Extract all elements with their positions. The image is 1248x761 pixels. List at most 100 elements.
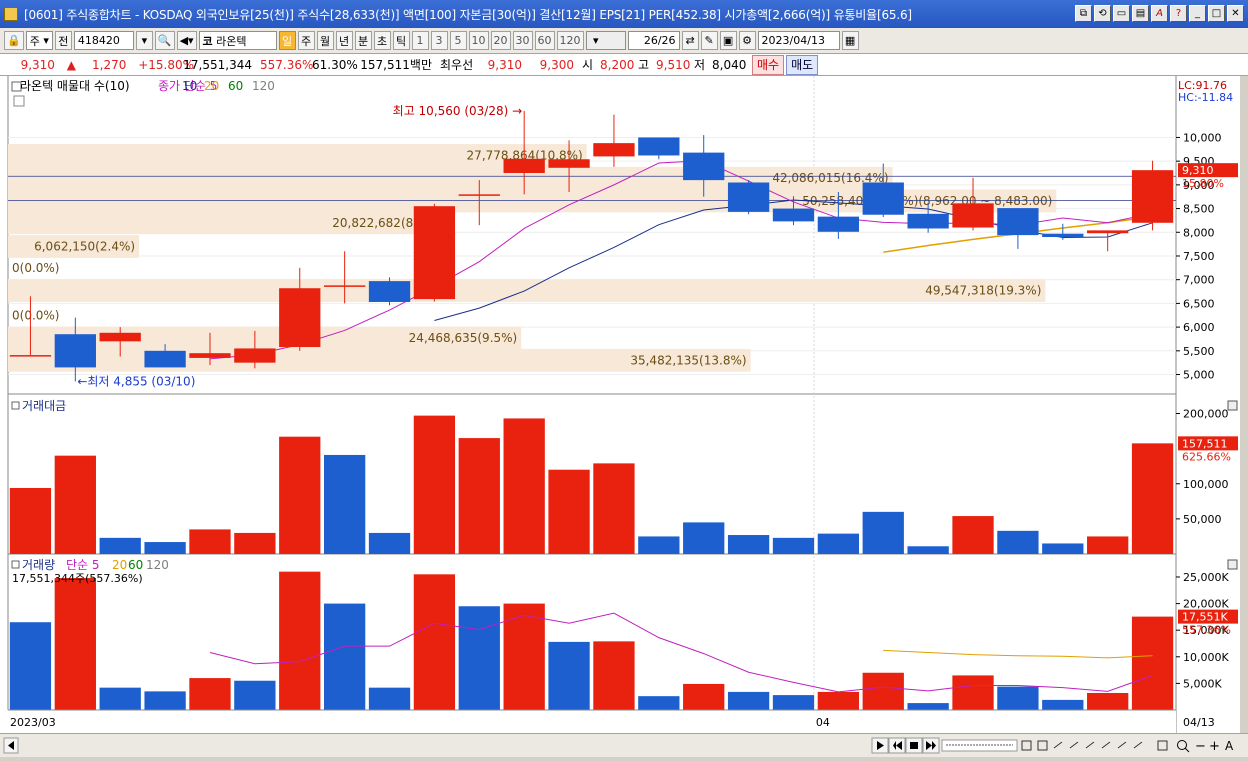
amount-bar	[952, 516, 994, 554]
candle-body	[548, 159, 590, 168]
amount-bar	[997, 530, 1039, 554]
volume-bar	[368, 687, 411, 710]
save-icon[interactable]: ▣	[719, 31, 737, 50]
hc-label: HC:-11.84	[1178, 91, 1233, 104]
min-30[interactable]: 30	[512, 31, 533, 50]
volume-bar	[593, 641, 635, 710]
min-1[interactable]: 1	[411, 31, 429, 50]
amount-bar	[907, 546, 949, 554]
candle-body	[234, 348, 276, 363]
amount-bar	[772, 537, 815, 554]
amount-tick-label: 200,000	[1183, 408, 1229, 421]
minimize-icon[interactable]: _	[1189, 5, 1206, 22]
volume-legend-item: 60	[128, 558, 143, 572]
chart-area[interactable]: 0(0.0%) 0(0.0%) 6,062,150(2.4%) 24,468,635(…	[0, 76, 1248, 733]
tools-icon[interactable]: ✎	[700, 31, 718, 50]
print-icon[interactable]: ▤	[1132, 5, 1149, 22]
candle-body	[323, 285, 366, 287]
volume-bar	[144, 691, 186, 710]
period-tick[interactable]: 틱	[392, 31, 410, 50]
zoom-in-icon[interactable]: +	[1209, 739, 1220, 754]
candle-body	[683, 152, 725, 181]
min-3[interactable]: 3	[430, 31, 448, 50]
date-field[interactable]: 2023/04/13	[757, 31, 840, 50]
period-year[interactable]: 년	[335, 31, 353, 50]
volume-profile-label: 35,482,135(13.8%)	[630, 353, 746, 367]
price-tick-label: 5,500	[1183, 345, 1215, 358]
volume-tick-label: 5,000K	[1183, 677, 1222, 690]
volume-bar	[1087, 692, 1129, 710]
candle-body	[593, 143, 635, 157]
calendar-icon[interactable]: ▦	[841, 31, 859, 50]
quote-open: 8,200	[600, 57, 635, 72]
candle-body	[503, 158, 545, 174]
settings-icon[interactable]: ⚙	[738, 31, 756, 50]
close-icon[interactable]: ✕	[1227, 5, 1244, 22]
candle-body	[1131, 170, 1174, 223]
bottom-scrollbar[interactable]: − + A	[0, 733, 1248, 757]
candle-body	[952, 203, 994, 228]
search-icon[interactable]: 🔍	[154, 31, 175, 50]
min-5[interactable]: 5	[449, 31, 467, 50]
date-value: 2023/04/13	[761, 34, 825, 47]
scale-tools-icon[interactable]	[1021, 740, 1168, 751]
amount-bar	[683, 522, 725, 554]
interval-select[interactable]: ▾	[585, 31, 626, 50]
candle-body	[458, 194, 500, 196]
code-input[interactable]: 418420	[73, 31, 134, 50]
period-day[interactable]: 일	[278, 31, 296, 50]
sell-button[interactable]: 매도	[786, 54, 819, 75]
volume-bar	[817, 691, 860, 710]
zoom-out-icon[interactable]: −	[1195, 739, 1206, 754]
help-icon[interactable]: ?	[1170, 5, 1187, 22]
price-tick-label: 10,000	[1183, 131, 1222, 144]
volume-bar	[772, 695, 815, 710]
speaker-icon[interactable]: ◀▾	[176, 31, 197, 50]
period-month[interactable]: 월	[316, 31, 334, 50]
font-size-icon[interactable]: A	[1225, 739, 1234, 753]
min-60[interactable]: 60	[534, 31, 555, 50]
candle-body	[9, 355, 52, 357]
count-field[interactable]: 26/26	[627, 31, 680, 50]
volume-bar	[727, 691, 770, 710]
link-icon[interactable]: ⧉	[1075, 5, 1092, 22]
volume-profile-label: 49,547,318(19.3%)	[925, 284, 1041, 298]
price-legend-item: 60	[228, 79, 243, 93]
volume-bar	[189, 678, 231, 710]
min-120[interactable]: 120	[556, 31, 584, 50]
price-tick-label: 5,000	[1183, 369, 1215, 382]
history-icon[interactable]: ⟲	[1094, 5, 1111, 22]
quote-vol-ratio: 557.36%	[260, 57, 314, 72]
window-icon[interactable]: ▭	[1113, 5, 1130, 22]
market-select[interactable]: 주 ▾	[25, 31, 53, 50]
period-minute[interactable]: 분	[354, 31, 372, 50]
prev-button[interactable]: 전	[54, 31, 72, 50]
stock-name-field[interactable]: 코 라온텍	[198, 31, 277, 50]
volume-bar	[952, 675, 994, 710]
period-week[interactable]: 주	[297, 31, 315, 50]
volume-bar	[1042, 699, 1084, 710]
period-second[interactable]: 초	[373, 31, 391, 50]
amount-bar	[862, 511, 904, 554]
quote-arrow: ▲	[66, 57, 76, 72]
min-10[interactable]: 10	[468, 31, 489, 50]
min-20[interactable]: 20	[490, 31, 511, 50]
maximize-icon[interactable]: □	[1208, 5, 1225, 22]
buy-button[interactable]: 매수	[752, 54, 785, 75]
lock-icon[interactable]: 🔒	[4, 31, 24, 50]
volume-bar	[234, 680, 276, 710]
font-icon[interactable]: A	[1151, 5, 1168, 22]
pct-tag: 15.80%	[1182, 177, 1224, 190]
low-price-label: ←최저 4,855 (03/10)	[77, 374, 195, 388]
candle-body	[99, 332, 141, 342]
volume-bar	[54, 578, 96, 710]
price-tick-label: 7,000	[1183, 274, 1215, 287]
amount-bar	[1131, 443, 1174, 554]
code-dropdown-icon[interactable]: ▾	[135, 31, 153, 50]
quote-amount: 157,511백만	[360, 58, 432, 72]
compare-icon[interactable]: ⇄	[681, 31, 699, 50]
price-tick-label: 7,500	[1183, 250, 1215, 263]
quote-volume: 17,551,344	[183, 57, 252, 72]
candle-body	[1087, 230, 1129, 234]
price-tick-label: 8,500	[1183, 203, 1215, 216]
